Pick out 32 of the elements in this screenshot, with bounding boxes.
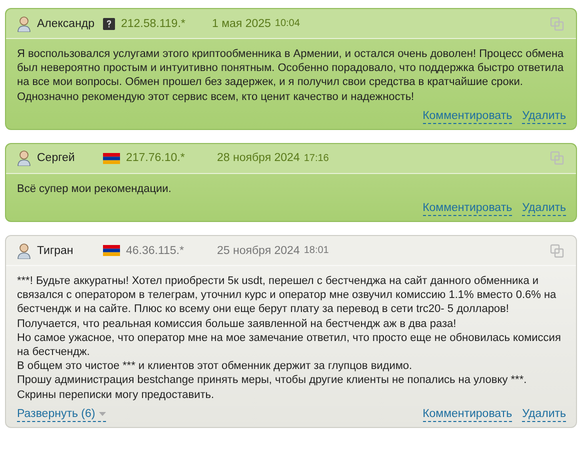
review-text: ***! Будьте аккуратны! Хотел приобрести 5к usdt, перешел с бестченджа на сайт данного обменника и связался с оператором в телеграм, уточнил курс и оператор мне озвучил комиссию 1.1% вместо 0.6% на бестчендж и на сайте. Плюс ко всему они еще берут плату за перевод в сети trc20- 5 долларов! Получается, что реальная комиссия больше заявленной на бестчендж аж в два раза! [17,274,558,331]
ip-address: 212.58.119.* [121,18,186,30]
review-date: 28 ноября 2024 [217,152,300,164]
review-time: 17:16 [304,152,329,164]
copy-icon[interactable] [550,16,564,30]
review-text: Прошу администрация bestchange принять меры, чтобы другие клиенты не попались на уловку ***. Скрины переписки могу предоставить. [17,373,528,402]
action-link[interactable]: Комментировать [422,408,512,422]
action-link[interactable]: Удалить [522,202,566,216]
action-link[interactable]: Удалить [522,110,566,124]
review-text: Но самое ужасное, что оператор мне на мое замечание ответил, что просто еще не обновилась комиссия на бестчендж. [17,330,562,360]
author-name: Александр [37,18,96,30]
author-name: Тигран [37,244,74,257]
review-date: 25 ноября 2024 [217,244,300,257]
review-text: Я воспользовался услугами этого криптообменника в Армении, и остался очень доволен! Процесс обмена был невероятно простым и интуитивно понятным. Особенно порадовало, что поддержка быстро ответила на все мои вопросы. Обмен прошел без задержек, и я получил свои средства в кратчайшие сроки. Однозначно рекомендую этот сервис всем, кто ценит качество и надежность! [17,47,565,104]
user-icon [17,242,31,259]
action-link[interactable]: Удалить [522,408,566,422]
ip-address: 46.36.115.* [126,244,185,257]
user-icon [17,150,31,166]
ip-address: 217.76.10.* [126,152,186,164]
review-text: Всё супер мои рекомендации. [17,182,172,196]
review-time: 18:01 [304,245,329,256]
copy-icon[interactable] [550,244,564,258]
action-link[interactable]: Комментировать [422,202,512,216]
review-text: В общем это чистое *** и клиентов этот обменник держит за глупцов видимо. [17,359,414,374]
expand-link[interactable]: Развернуть (6) [17,408,106,422]
review-time: 10:04 [274,18,300,29]
review-date: 1 мая 2025 [212,18,271,30]
copy-icon[interactable] [550,151,564,166]
caret-icon [99,412,106,417]
user-icon [17,16,31,32]
action-link[interactable]: Комментировать [422,110,512,124]
author-name: Сергей [37,152,76,164]
